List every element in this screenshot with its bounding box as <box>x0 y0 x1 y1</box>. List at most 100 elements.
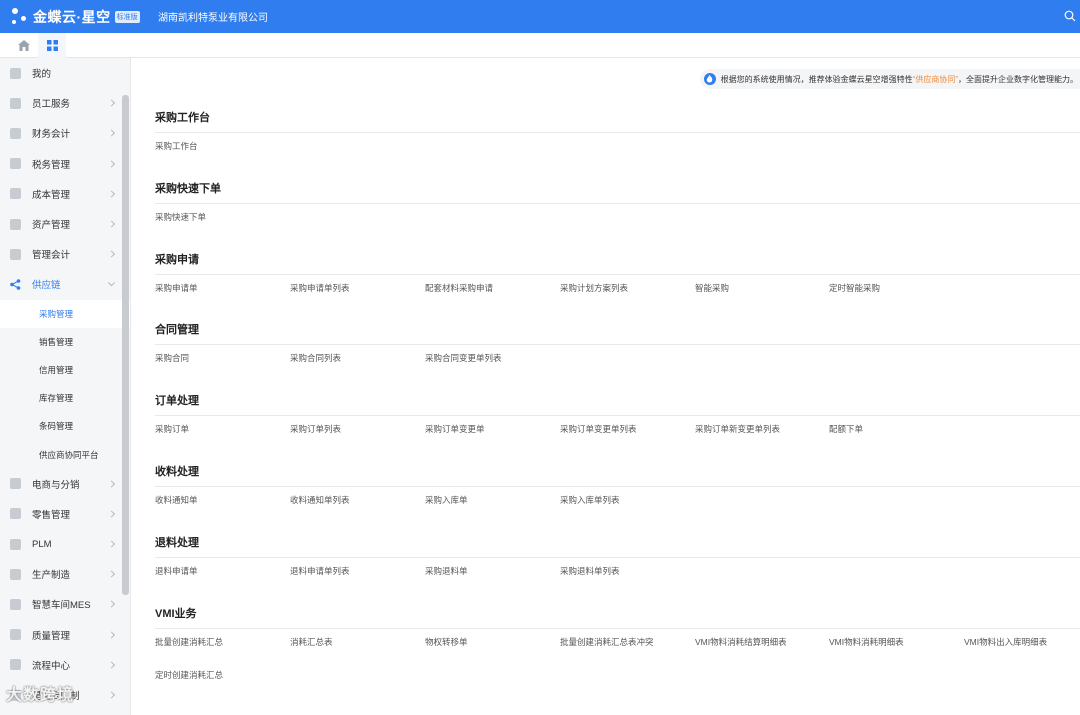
chevron-right-icon <box>107 99 116 107</box>
menu-link[interactable]: 采购订单 <box>155 423 189 435</box>
notice-text-suffix: ，全面提升企业数字化管理能力。 <box>958 74 1078 84</box>
menu-section: 合同管理采购合同 采购合同列表 采购合同变更单列表 <box>155 321 1080 374</box>
sidebar-item-label: 财务会计 <box>32 129 71 141</box>
section-links: 批量创建消耗汇总 消耗汇总表 物权转移单 批量创建消耗汇总表冲突 VMI物料消耗结算明细… <box>155 636 1080 658</box>
sidebar-item-label: 管理会计 <box>32 250 71 262</box>
menu-section: 采购工作台 采购工作台 <box>155 109 1080 162</box>
menu-link[interactable]: 物权转移单 <box>425 636 468 648</box>
sidebar-item-supply-chain[interactable]: 供应链 <box>0 269 130 299</box>
sidebar-item-accounting[interactable]: 管理会计 <box>0 239 130 269</box>
menu-link[interactable]: 配额下单 <box>829 423 863 435</box>
section-links: 采购合同 采购合同列表 采购合同变更单列表 <box>155 352 1080 374</box>
section-title: 采购工作台 <box>155 112 210 124</box>
mes-icon <box>10 598 21 610</box>
menu-link[interactable]: 采购订单列表 <box>290 423 341 435</box>
menu-link[interactable]: 配套材料采购申请 <box>425 282 493 294</box>
menu-section: VMI业务 批量创建消耗汇总 消耗汇总表 物权转移单 批量创建消耗汇总表冲突 VMI物料消… <box>155 605 1080 691</box>
menu-link[interactable]: 智能采购 <box>695 282 729 294</box>
chevron-right-icon <box>107 691 116 699</box>
sidebar-item-manufacturing[interactable]: 生产制造 <box>0 559 130 589</box>
menu-link[interactable]: 采购订单新变更单列表 <box>695 423 780 435</box>
chevron-down-icon <box>107 279 116 287</box>
menu-link[interactable]: 采购订单变更单 <box>425 423 485 435</box>
logo-icon <box>10 6 30 28</box>
sidebar-item-label: PLM <box>32 538 52 550</box>
sidebar-item-process[interactable]: 流程中心 <box>0 650 130 680</box>
menu-link[interactable]: VMI物料出入库明细表 <box>964 636 1047 648</box>
sidebar-subitem[interactable]: 采购管理 <box>0 299 130 328</box>
menu-link[interactable]: 采购快速下单 <box>155 211 206 223</box>
sidebar-item-retail[interactable]: 零售管理 <box>0 499 130 529</box>
home-icon <box>18 39 30 51</box>
company-name[interactable]: 湖南凯利特泵业有限公司 <box>158 9 268 24</box>
section-title: 合同管理 <box>155 324 199 337</box>
menu-link[interactable]: 采购订单变更单列表 <box>560 423 637 435</box>
ecommerce-icon <box>10 478 21 490</box>
menu-link[interactable]: 采购计划方案列表 <box>560 282 628 294</box>
sidebar-item-tax[interactable]: 税务管理 <box>0 149 130 179</box>
employee-icon <box>10 97 21 109</box>
sidebar-item-mes[interactable]: 智慧车间MES <box>0 589 130 619</box>
menu-link[interactable]: 采购退料单 <box>425 565 468 577</box>
main-content: 根据您的系统使用情况，推荐体验金蝶云星空增强特性 “供应商协同” ，全面提升企业… <box>132 58 1080 715</box>
sidebar-subitem[interactable]: 销售管理 <box>0 328 130 356</box>
sidebar-subitem[interactable]: 条码管理 <box>0 412 130 440</box>
menu-link[interactable]: 收料通知单列表 <box>290 494 350 506</box>
sidebar-item-label: 电商与分销 <box>32 479 80 491</box>
recommendation-notice[interactable]: 根据您的系统使用情况，推荐体验金蝶云星空增强特性 “供应商协同” ，全面提升企业… <box>699 69 1080 89</box>
section-divider <box>155 202 1080 204</box>
sidebar-item-ecommerce[interactable]: 电商与分销 <box>0 469 130 499</box>
section-links: 采购申请单 采购申请单列表 配套材料采购申请 采购计划方案列表 智能采购 定时智能采购 <box>155 282 1080 304</box>
app-grid-tab[interactable] <box>38 32 66 58</box>
menu-link[interactable]: 采购申请单 <box>155 282 198 294</box>
sidebar-subitem[interactable]: 供应商协同平台 <box>0 440 130 468</box>
sidebar-subitem[interactable]: 库存管理 <box>0 384 130 412</box>
menu-link[interactable]: 定时创建消耗汇总 <box>155 669 223 681</box>
menu-link[interactable]: VMI物料消耗明细表 <box>829 636 904 648</box>
menu-link[interactable]: 采购入库单列表 <box>560 494 620 506</box>
menu-link[interactable]: 采购合同 <box>155 352 189 364</box>
section-title: 退料处理 <box>155 536 199 549</box>
home-tab[interactable] <box>10 33 38 58</box>
menu-link[interactable]: 消耗汇总表 <box>290 636 333 648</box>
chevron-right-icon <box>107 480 116 488</box>
finance-icon <box>10 127 21 139</box>
sidebar-item-cost[interactable]: 成本管理 <box>0 179 130 209</box>
sidebar-item-asset[interactable]: 资产管理 <box>0 209 130 239</box>
sidebar-subitem[interactable]: 信用管理 <box>0 356 130 384</box>
chevron-right-icon <box>107 190 116 198</box>
chevron-right-icon <box>107 570 116 578</box>
menu-link[interactable]: 退料申请单列表 <box>290 565 350 577</box>
sidebar-scrollbar[interactable] <box>122 95 129 595</box>
section-divider <box>155 273 1080 275</box>
logo[interactable]: 金蝶云·星空 标准版 <box>10 6 158 28</box>
menu-section: 收料处理 收料通知单 收料通知单列表 采购入库单 采购入库单列表 <box>155 463 1080 516</box>
menu-link[interactable]: 批量创建消耗汇总表冲突 <box>560 636 654 648</box>
section-links: 采购工作台 <box>155 140 1080 162</box>
menu-link[interactable]: 采购退料单列表 <box>560 565 620 577</box>
menu-link[interactable]: 采购合同变更单列表 <box>425 352 502 364</box>
notice-highlight-link[interactable]: “供应商协同” <box>913 74 958 85</box>
sidebar-item-user[interactable]: 我的 <box>0 58 130 88</box>
sidebar-item-finance[interactable]: 财务会计 <box>0 118 130 148</box>
menu-link[interactable]: 采购合同列表 <box>290 352 341 364</box>
menu-section: 退料处理退料申请单 退料申请单列表 采购退料单 采购退料单列表 <box>155 534 1080 587</box>
chevron-right-icon <box>107 661 116 669</box>
search-icon[interactable] <box>1064 10 1076 22</box>
menu-link[interactable]: VMI物料消耗结算明细表 <box>695 636 787 648</box>
menu-link[interactable]: 采购入库单 <box>425 494 468 506</box>
sidebar-item-employee[interactable]: 员工服务 <box>0 88 130 118</box>
menu-link[interactable]: 定时智能采购 <box>829 282 880 294</box>
menu-link[interactable]: 收料通知单 <box>155 494 198 506</box>
menu-link[interactable]: 采购申请单列表 <box>290 282 350 294</box>
edition-badge: 标准版 <box>114 10 140 23</box>
menu-link[interactable]: 采购工作台 <box>155 140 198 152</box>
accounting-icon <box>10 248 21 260</box>
menu-link[interactable]: 退料申请单 <box>155 565 198 577</box>
sidebar-item-quality[interactable]: 质量管理 <box>0 620 130 650</box>
tab-bar <box>0 32 1080 58</box>
sidebar-item-plm[interactable]: PLM <box>0 529 130 559</box>
chevron-right-icon <box>107 631 116 639</box>
chevron-right-icon <box>107 510 116 518</box>
menu-link[interactable]: 批量创建消耗汇总 <box>155 636 223 648</box>
